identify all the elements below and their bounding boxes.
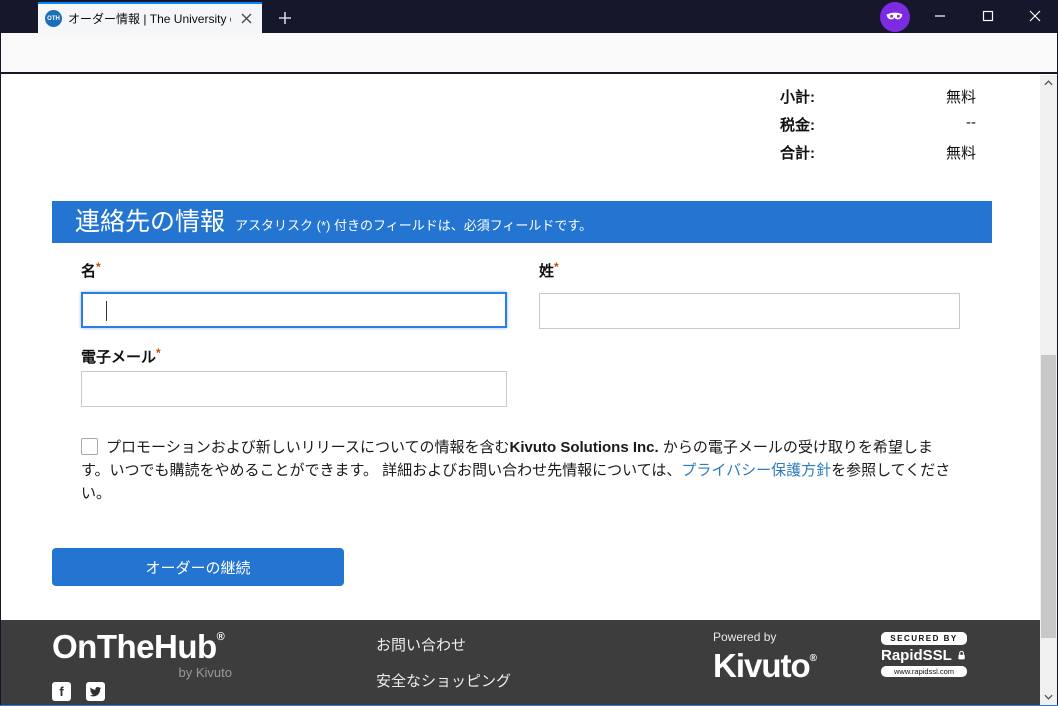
- required-asterisk: *: [156, 346, 161, 360]
- scrollbar-thumb[interactable]: [1041, 355, 1056, 638]
- site-favicon: OTH: [45, 10, 62, 27]
- order-totals: 小計: 無料 税金: -- 合計: 無料: [780, 86, 976, 170]
- navigation-toolbar: [0, 33, 1058, 74]
- tab-title: オーダー情報 | The University of T: [68, 10, 231, 27]
- tax-value: --: [966, 114, 976, 135]
- new-tab-button[interactable]: [272, 6, 298, 30]
- email-input[interactable]: [81, 371, 507, 407]
- email-label: 電子メール*: [81, 346, 161, 367]
- newsletter-checkbox[interactable]: [81, 438, 98, 455]
- continue-order-button[interactable]: オーダーの継続: [52, 548, 344, 586]
- contact-info-section-header: 連絡先の情報 アスタリスク (*) 付きのフィールドは、必須フィールドです。: [52, 201, 992, 243]
- titlebar: OTH オーダー情報 | The University of T: [0, 0, 1058, 33]
- page-footer: OnTheHub® by Kivuto f お問い合わせ 安全なショッピング プ…: [1, 620, 1041, 706]
- text-cursor: [106, 301, 107, 321]
- privacy-policy-link[interactable]: プライバシー保護方針: [681, 462, 831, 479]
- tax-row: 税金: --: [780, 114, 976, 135]
- required-asterisk: *: [554, 260, 559, 274]
- kivuto-logo: Kivuto®: [713, 644, 816, 681]
- rapidssl-seal[interactable]: SECURED BY RapidSSL www.rapidssl.com: [881, 632, 967, 677]
- footer-links: お問い合わせ 安全なショッピング プライバシー保護方針: [376, 634, 526, 706]
- powered-by-label: Powered by: [713, 630, 816, 644]
- onthehub-logo: OnTheHub®: [52, 628, 224, 666]
- last-name-label: 姓*: [539, 260, 559, 281]
- newsletter-consent-text: プロモーションおよび新しいリリースについての情報を含むKivuto Soluti…: [81, 436, 961, 505]
- required-asterisk: *: [96, 260, 101, 274]
- browser-tab[interactable]: OTH オーダー情報 | The University of T: [38, 2, 262, 33]
- window-close-button[interactable]: [1020, 0, 1050, 32]
- total-row: 合計: 無料: [780, 142, 976, 163]
- tab-close-icon[interactable]: [237, 10, 255, 28]
- registered-mark: ®: [217, 631, 225, 643]
- page-content: 小計: 無料 税金: -- 合計: 無料 連絡先の情報 アスタリスク (*) 付…: [1, 75, 1041, 706]
- first-name-label: 名*: [81, 260, 101, 281]
- first-name-input[interactable]: [81, 292, 507, 328]
- subtotal-value: 無料: [946, 86, 976, 107]
- scrollbar-up-arrow[interactable]: [1040, 75, 1057, 91]
- company-name: Kivuto Solutions Inc.: [510, 439, 659, 456]
- window-border-left: [0, 0, 1, 706]
- rapidssl-label: RapidSSL: [881, 647, 952, 664]
- section-title: 連絡先の情報: [75, 201, 225, 243]
- social-icons: f: [52, 682, 105, 701]
- rapidssl-brand-row: RapidSSL: [881, 645, 967, 666]
- twitter-icon[interactable]: [86, 682, 105, 701]
- last-name-input[interactable]: [539, 293, 960, 329]
- padlock-icon: [956, 649, 967, 662]
- window-maximize-button[interactable]: [973, 0, 1003, 32]
- onthehub-logo-byline: by Kivuto: [52, 665, 232, 680]
- subtotal-label: 小計:: [780, 86, 815, 107]
- powered-by-kivuto: Powered by Kivuto®: [713, 630, 816, 681]
- private-browsing-mask-icon: [880, 2, 910, 32]
- window-minimize-button[interactable]: [925, 0, 955, 32]
- subtotal-row: 小計: 無料: [780, 86, 976, 107]
- registered-mark: ®: [810, 653, 816, 664]
- footer-link-secure-shopping[interactable]: 安全なショッピング: [376, 670, 526, 691]
- rapidssl-url: www.rapidssl.com: [881, 666, 967, 677]
- total-value: 無料: [946, 142, 976, 163]
- facebook-icon[interactable]: f: [52, 682, 71, 701]
- scrollbar-down-arrow[interactable]: [1040, 689, 1057, 705]
- total-label: 合計:: [780, 142, 815, 163]
- section-subtitle: アスタリスク (*) 付きのフィールドは、必須フィールドです。: [235, 215, 592, 234]
- page-scrollbar[interactable]: [1040, 75, 1057, 705]
- footer-link-contact[interactable]: お問い合わせ: [376, 634, 526, 655]
- consent-text: プロモーションおよび新しいリリースについての情報を含む: [106, 439, 510, 456]
- tax-label: 税金:: [780, 114, 815, 135]
- secured-by-label: SECURED BY: [881, 632, 967, 645]
